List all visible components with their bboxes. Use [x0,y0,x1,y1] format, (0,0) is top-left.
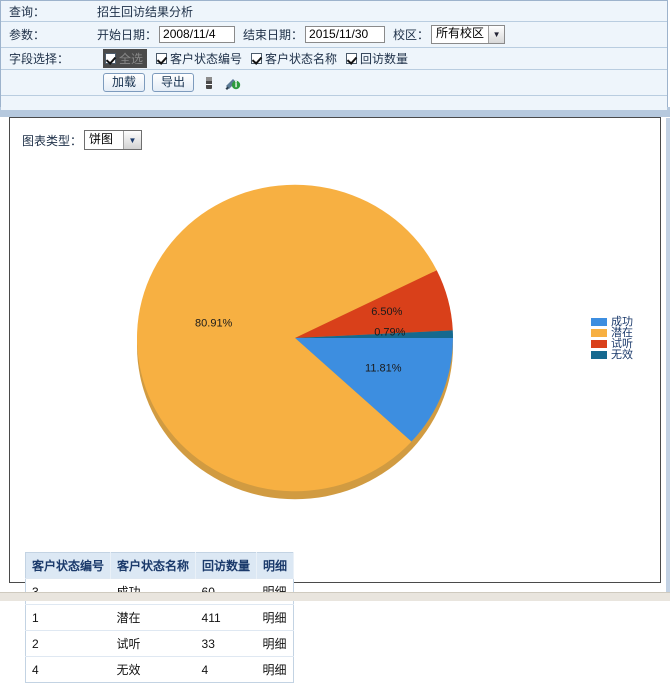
excel-export-icon[interactable] [224,75,241,91]
legend-label: 无效 [611,349,633,361]
checkbox-status-name[interactable]: 客户状态名称 [251,50,337,67]
query-title-row: 查询： 招生回访结果分析 [1,1,667,22]
campus-label: 校区： [393,28,430,42]
legend-item[interactable]: 无效 [591,349,633,361]
chart-panel: 图表类型： 饼图 ▼ 11.81% 80.91% 6.50% 0.79% 成功 潜在 试听… [9,117,661,683]
legend-swatch-icon [591,329,607,337]
checkbox-visit-count-label: 回访数量 [360,52,409,66]
table-row: 4 无效 4 明细 [25,656,294,683]
chart-type-select[interactable]: 饼图 ▼ [84,130,143,150]
table-cell-status-name: 试听 [110,630,196,657]
checkbox-box-icon [346,53,358,64]
checkbox-select-all-label: 全选 [119,52,144,66]
table-row: 2 试听 33 明细 [25,630,294,657]
checkbox-box-icon [251,53,263,64]
pie-slice-label: 0.79% [374,327,405,339]
query-panel: 查询： 招生回访结果分析 参数： 开始日期： 2008/11/4 结束日期： 2… [0,0,668,110]
checkbox-box-icon [156,53,168,64]
parameters-label: 参数： [9,28,46,42]
parameters-row: 参数： 开始日期： 2008/11/4 结束日期： 2015/11/30 校区：… [1,22,667,48]
print-icon[interactable] [201,75,217,91]
legend-swatch-icon [591,351,607,359]
field-select-row: 字段选择： 全选 客户状态编号 客户状态名称 回访数量 [1,48,667,70]
pie-slice-label: 11.81% [365,362,402,374]
legend-label: 成功 [611,316,633,328]
table-header-status-code: 客户状态编号 [25,552,112,579]
end-date-label: 结束日期： [243,28,304,42]
export-button[interactable]: 导出 [152,73,195,92]
legend-item[interactable]: 潜在 [591,327,633,339]
field-checkbox-group: 全选 客户状态编号 客户状态名称 回访数量 [103,49,408,68]
chart-type-row: 图表类型： 饼图 ▼ [22,130,143,150]
table-header-row: 客户状态编号 客户状态名称 回访数量 明细 [25,552,295,579]
field-select-label: 字段选择： [9,52,70,66]
table-cell-status-code: 1 [25,604,111,631]
table-cell-visit-count: 33 [195,630,257,657]
query-label: 查询： [9,4,46,19]
checkbox-visit-count[interactable]: 回访数量 [346,50,408,67]
legend-label: 试听 [611,338,633,350]
table-row: 1 潜在 411 明细 [25,604,294,631]
chevron-down-icon: ▼ [488,26,505,43]
chart-type-value: 饼图 [89,132,114,146]
table-cell-status-code: 2 [25,630,111,657]
table-cell-visit-count: 4 [195,656,257,683]
table-cell-status-code: 4 [25,656,111,683]
start-date-label: 开始日期： [97,28,158,42]
checkbox-status-name-label: 客户状态名称 [265,52,338,66]
query-panel-footer [1,96,667,110]
end-date-input[interactable]: 2015/11/30 [305,26,386,43]
chevron-down-icon: ▼ [123,131,142,149]
table-header-visit-count: 回访数量 [195,552,258,579]
checkbox-status-code[interactable]: 客户状态编号 [156,50,242,67]
pie-slice-label: 6.50% [371,306,402,318]
checkbox-status-code-label: 客户状态编号 [170,52,243,66]
chart-type-label: 图表类型： [22,133,83,148]
table-cell-detail[interactable]: 明细 [256,630,294,657]
pie-chart: 11.81% 80.91% 6.50% 0.79% [10,158,580,558]
legend-item[interactable]: 成功 [591,316,633,328]
checkbox-box-icon [105,53,116,64]
pie-slice-label: 80.91% [195,318,233,330]
load-button[interactable]: 加载 [103,73,146,92]
chart-legend: 成功 潜在 试听 无效 [591,316,633,361]
panel-right-edge [666,118,670,592]
legend-item[interactable]: 试听 [591,338,633,350]
table-header-status-name: 客户状态名称 [110,552,197,579]
results-table: 客户状态编号 客户状态名称 回访数量 明细 3成功60明细1潜在411明细2试听… [25,552,295,683]
table-cell-status-name: 无效 [110,656,196,683]
table-header-detail: 明细 [256,552,295,579]
report-title: 招生回访结果分析 [97,4,194,19]
legend-label: 潜在 [611,327,633,339]
campus-select[interactable]: 所有校区 ▼ [431,25,506,44]
table-cell-detail[interactable]: 明细 [256,604,294,631]
action-row: 加载 导出 [1,70,667,96]
action-buttons: 加载 导出 [103,73,241,92]
start-date-input[interactable]: 2008/11/4 [159,26,236,43]
table-cell-visit-count: 411 [195,604,257,631]
legend-swatch-icon [591,318,607,326]
table-cell-detail[interactable]: 明细 [256,656,294,683]
table-cell-status-name: 潜在 [110,604,196,631]
legend-swatch-icon [591,340,607,348]
pie-chart-svg: 11.81% 80.91% 6.50% 0.79% [136,184,454,500]
campus-select-value: 所有校区 [436,26,485,40]
checkbox-select-all[interactable]: 全选 [103,49,148,68]
